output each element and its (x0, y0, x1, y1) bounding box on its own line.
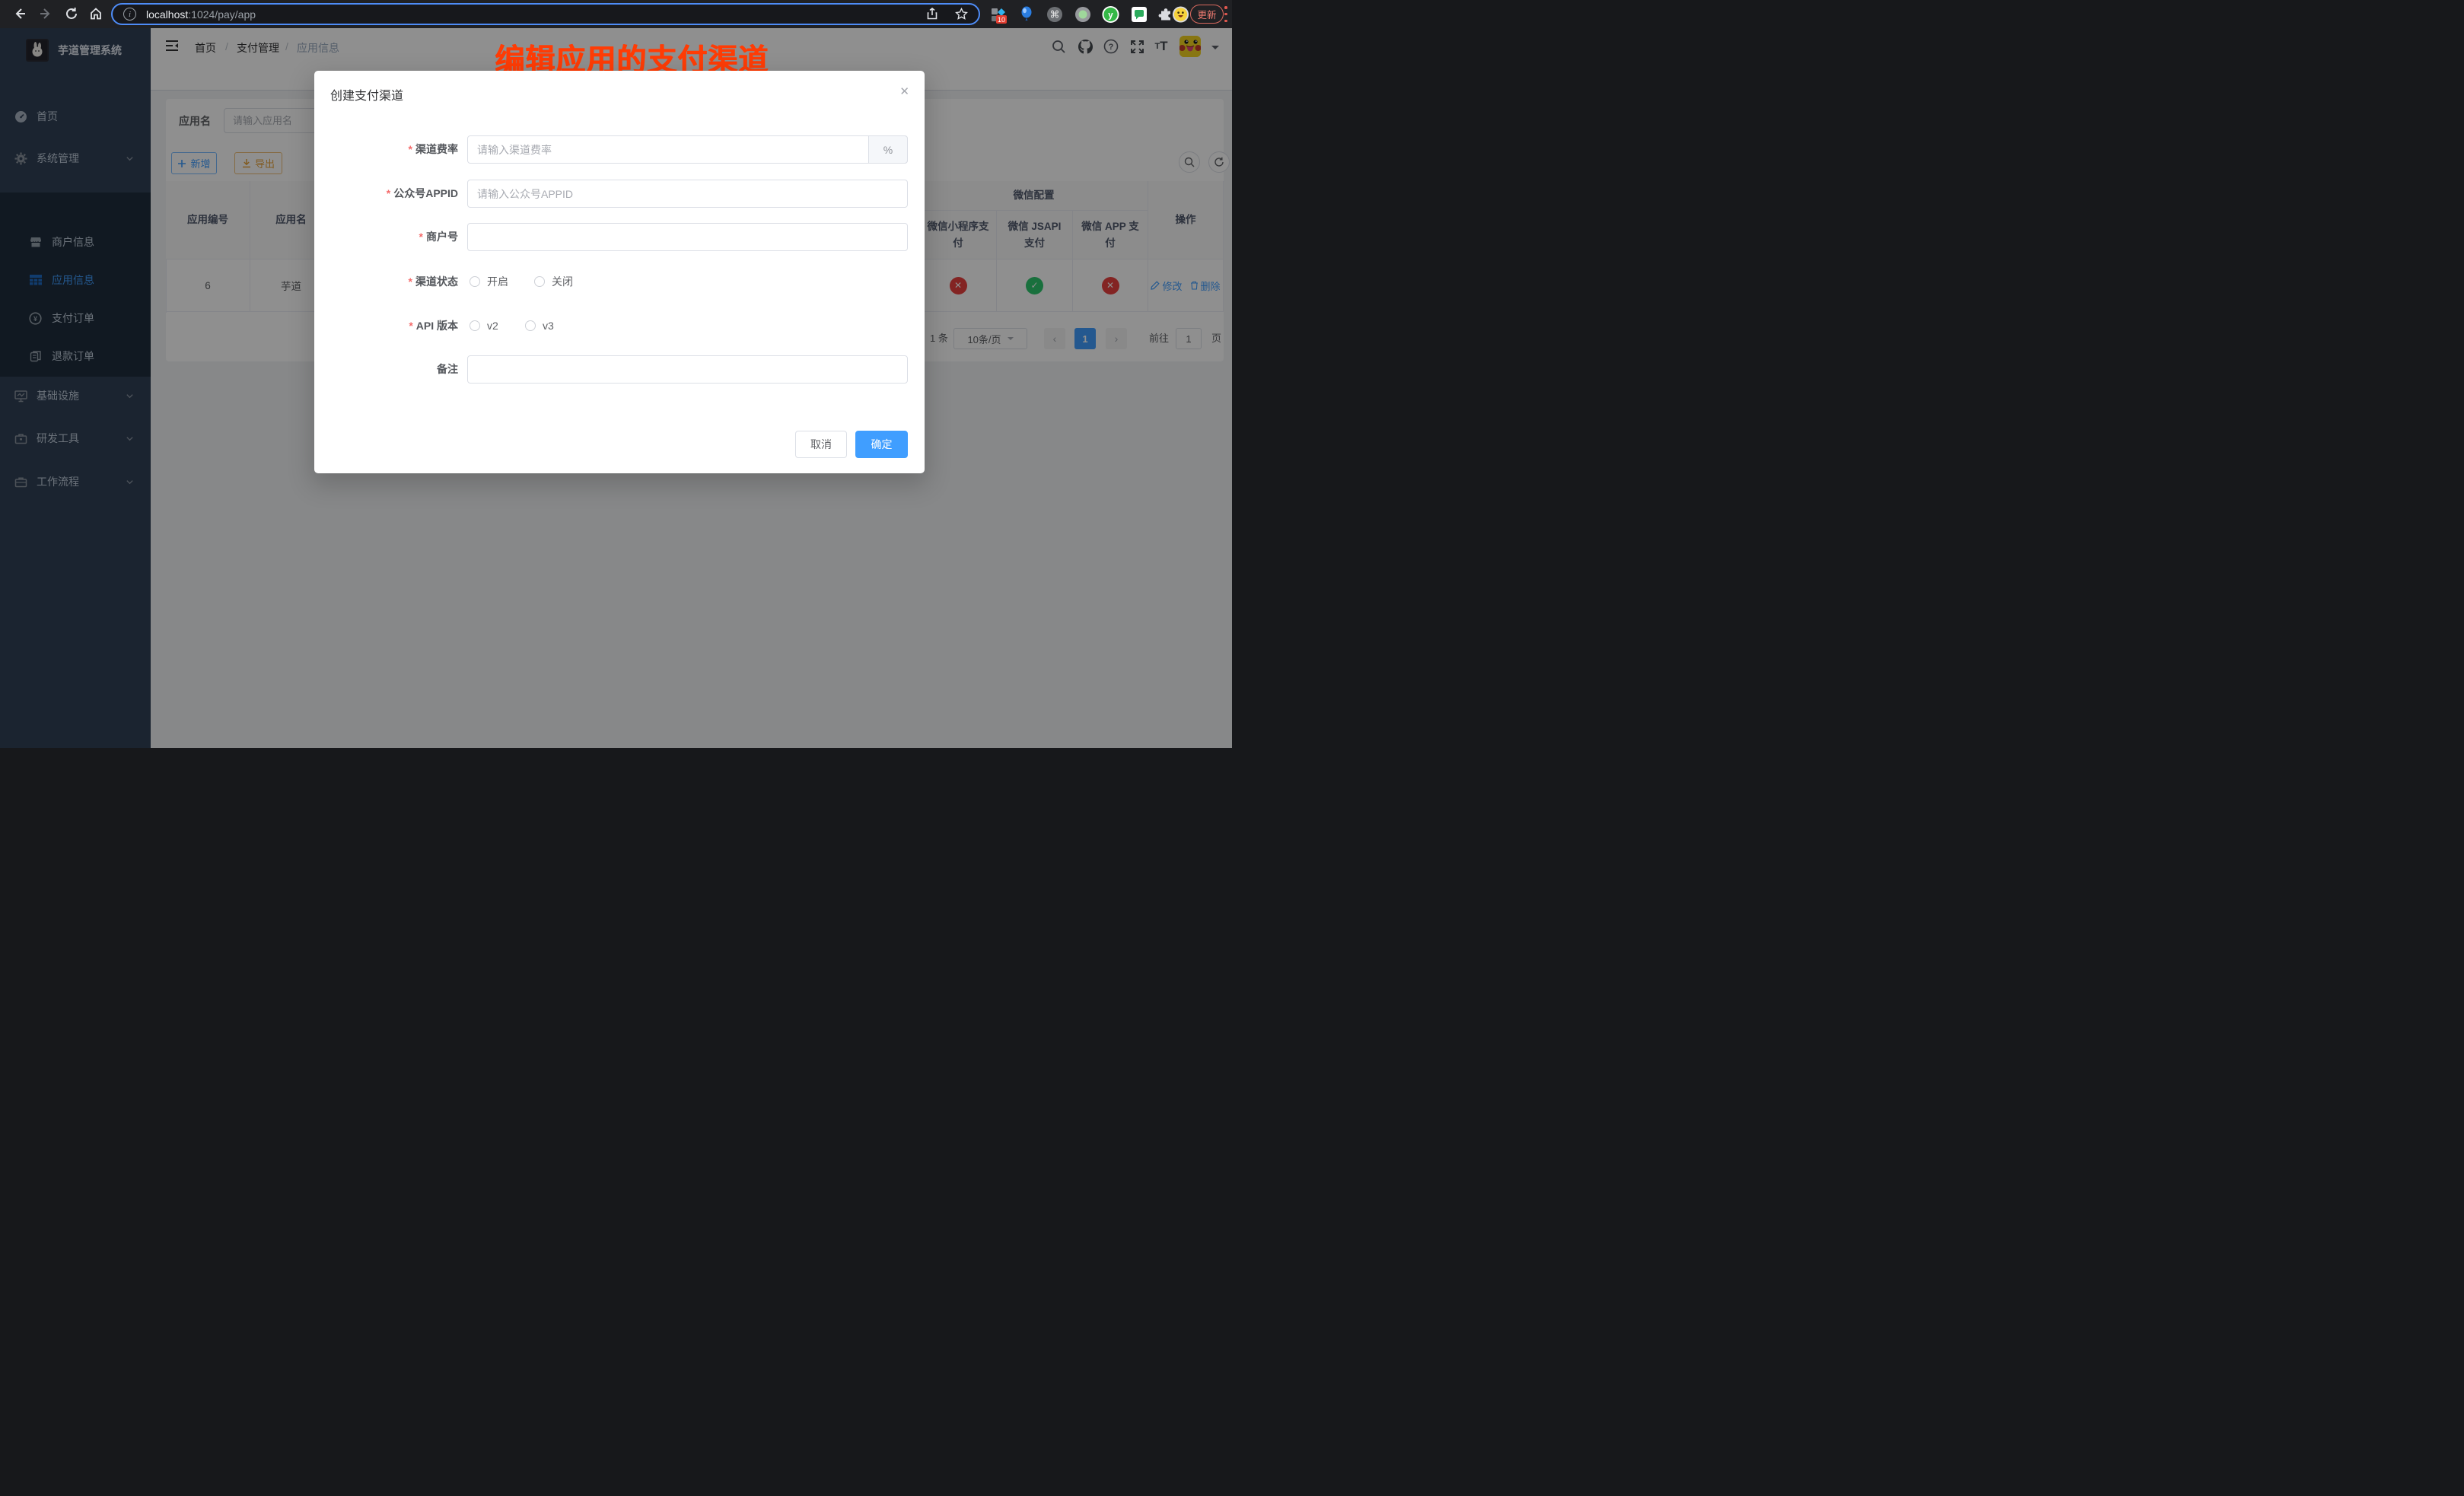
rate-field: % (467, 135, 908, 164)
home-icon[interactable] (87, 5, 105, 23)
url-text[interactable]: localhost:1024/pay/app (146, 8, 256, 21)
share-icon[interactable] (926, 8, 938, 21)
extension-tiles-icon[interactable]: 10 (989, 5, 1007, 23)
confirm-button[interactable]: 确定 (855, 431, 908, 458)
extension-badge: 10 (997, 16, 1004, 24)
radio-circle[interactable] (470, 276, 480, 287)
percent-suffix: % (868, 135, 908, 164)
dialog-title: 创建支付渠道 (330, 85, 403, 103)
radio-circle[interactable] (525, 320, 536, 331)
extension-chat-icon[interactable] (1130, 5, 1148, 23)
svg-text:⌘: ⌘ (1049, 8, 1059, 20)
appid-label: *公众号APPID (325, 180, 458, 208)
address-bar[interactable]: i localhost:1024/pay/app (111, 3, 980, 25)
profile-avatar[interactable] (1172, 5, 1189, 23)
remark-label: 备注 (325, 355, 458, 384)
status-radio-on[interactable]: 开启 (470, 275, 508, 288)
info-icon[interactable]: i (123, 8, 136, 21)
extension-balloon-icon[interactable] (1017, 5, 1035, 23)
radio-circle[interactable] (534, 276, 545, 287)
extension-command-icon[interactable]: ⌘ (1046, 5, 1063, 23)
reload-icon[interactable] (62, 5, 81, 23)
radio-circle[interactable] (470, 320, 480, 331)
browser-chrome: i localhost:1024/pay/app 10 ⌘ y 更新 (0, 0, 1232, 28)
screen: { "browser": { "url_host": "localhost", … (0, 0, 1232, 748)
update-button[interactable]: 更新 (1190, 5, 1224, 24)
merchant-no-label: *商户号 (325, 223, 458, 251)
api-radio-v3[interactable]: v3 (525, 319, 554, 333)
appid-input[interactable] (467, 180, 908, 208)
status-radio-off[interactable]: 关闭 (534, 275, 573, 288)
merchant-no-input[interactable] (467, 223, 908, 251)
create-pay-channel-dialog: 创建支付渠道 ✕ *渠道费率 % *公众号APPID *商户号 *渠道状态 开启… (314, 71, 925, 473)
dialog-close-icon[interactable]: ✕ (899, 84, 909, 98)
remark-input[interactable] (467, 355, 908, 384)
api-radio-v2[interactable]: v2 (470, 319, 498, 333)
channel-status-label: *渠道状态 (325, 268, 458, 296)
svg-text:y: y (1108, 11, 1113, 20)
forward-icon[interactable] (37, 5, 55, 23)
api-version-label: *API 版本 (325, 312, 458, 340)
extension-dot-icon[interactable] (1074, 5, 1091, 23)
rate-input[interactable] (467, 135, 908, 164)
cancel-button[interactable]: 取消 (795, 431, 847, 458)
browser-menu-icon[interactable] (1224, 6, 1227, 22)
extension-y-icon[interactable]: y (1102, 5, 1119, 23)
bookmark-star-icon[interactable] (955, 8, 968, 21)
back-icon[interactable] (11, 5, 29, 23)
rate-label: *渠道费率 (325, 135, 458, 164)
